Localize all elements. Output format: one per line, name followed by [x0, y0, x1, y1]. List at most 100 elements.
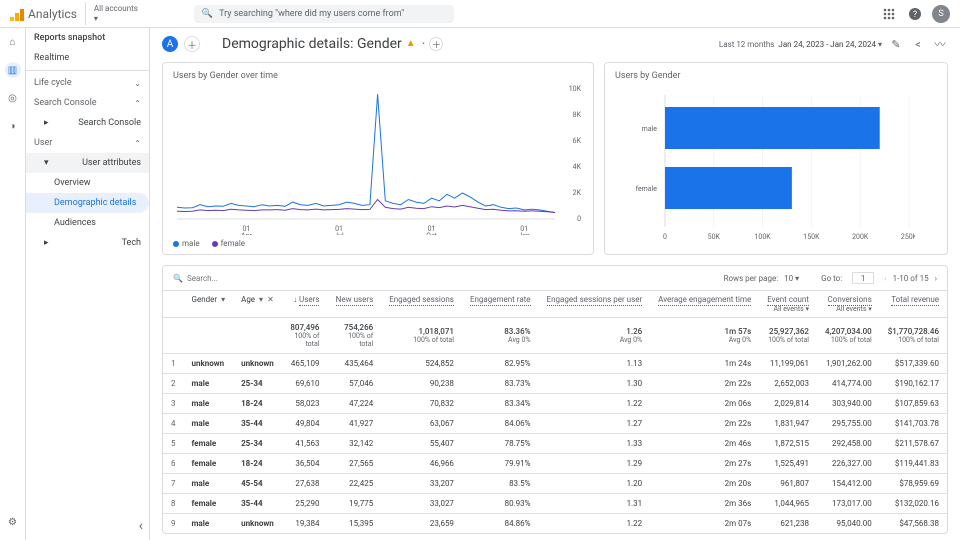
svg-text:250K: 250K [901, 233, 915, 241]
help-icon[interactable]: ? [906, 5, 924, 23]
search-icon: 🔍 [202, 9, 213, 19]
data-table: Gender ▾ Age ▾✕ ↓ Users New users Engage… [163, 290, 947, 533]
rows-per-page-label: Rows per page: [724, 274, 779, 283]
chevron-up-icon: ⌃ [134, 139, 141, 148]
table-row[interactable]: 8female35-4425,29019,77533,02780.93%1.31… [163, 494, 947, 514]
table-row[interactable]: 7male45-5427,63822,42533,20783.5%1.202m … [163, 474, 947, 494]
sidebar: Reports snapshot Realtime Life cycle⌄ Se… [26, 28, 150, 540]
sidebar-item-overview[interactable]: Overview [26, 173, 149, 193]
report-header: A ＋ Demographic details: Gender ▲ · ＋ La… [162, 36, 948, 56]
prev-page-icon[interactable]: ‹ [884, 274, 886, 283]
col-engperuser[interactable]: Engaged sessions per user [539, 291, 651, 318]
collapse-sidebar-icon[interactable]: ‹ [139, 518, 143, 534]
svg-text:200K: 200K [852, 233, 869, 241]
gear-icon[interactable]: ⚙ [5, 514, 21, 530]
remove-dimension-icon[interactable]: ✕ [267, 295, 274, 304]
account-selector[interactable]: All accounts ▾ [85, 2, 146, 25]
rail-explore-icon[interactable]: ◎ [5, 90, 21, 106]
page-title: Demographic details: Gender ▲ · ＋ [222, 36, 443, 52]
table-row[interactable]: 5female25-3441,56332,14255,40778.75%1.33… [163, 434, 947, 454]
goto-input[interactable]: 1 [852, 272, 874, 284]
date-range-picker[interactable]: Last 12 months Jan 24, 2023 - Jan 24, 20… [719, 40, 882, 49]
sidebar-group-searchconsole[interactable]: Search Console⌃ [26, 93, 149, 113]
sidebar-item-realtime[interactable]: Realtime [26, 48, 149, 68]
table-row[interactable]: 2male25-3469,61057,04690,23883.73%1.302m… [163, 374, 947, 394]
svg-text:01Oct: 01Oct [426, 225, 437, 235]
col-events[interactable]: Event countAll events ▾ [759, 291, 817, 318]
dimension-age-header[interactable]: Age ▾✕ [241, 295, 274, 304]
col-engsess[interactable]: Engaged sessions [381, 291, 462, 318]
col-conversions[interactable]: ConversionsAll events ▾ [817, 291, 880, 318]
sidebar-item-userattributes[interactable]: ▾ User attributes [26, 153, 149, 173]
sidebar-item-tech[interactable]: ▸ Tech [26, 233, 149, 253]
svg-text:4K: 4K [573, 163, 582, 171]
table-search[interactable]: 🔍 [173, 274, 333, 283]
sidebar-item-snapshot[interactable]: Reports snapshot [26, 28, 149, 48]
main: A ＋ Demographic details: Gender ▲ · ＋ La… [150, 28, 960, 540]
line-chart-title: Users by Gender over time [173, 71, 583, 81]
insights-icon[interactable]: 〰 [932, 36, 948, 52]
rail-reports-icon[interactable]: ▥ [5, 62, 21, 78]
svg-text:01Apr: 01Apr [241, 225, 252, 235]
apps-icon[interactable] [880, 5, 898, 23]
goto-label: Go to: [821, 274, 842, 283]
customize-report-icon[interactable]: ✎ [888, 36, 904, 52]
svg-text:0: 0 [577, 215, 581, 223]
bar-chart[interactable]: 0 50K 100K 150K 200K 250K male female [615, 85, 915, 245]
global-search[interactable]: 🔍 Try searching "where did my users come… [194, 5, 454, 23]
topbar: Analytics All accounts ▾ 🔍 Try searching… [0, 0, 960, 28]
rail-home-icon[interactable]: ⌂ [5, 34, 21, 50]
rows-per-page-select[interactable]: 10 ▾ [784, 274, 799, 283]
search-placeholder: Try searching "where did my users come f… [219, 9, 404, 19]
chevron-up-icon: ⌃ [134, 99, 141, 108]
ga-logo: Analytics [10, 7, 77, 21]
col-newusers[interactable]: New users [327, 291, 381, 318]
sidebar-item-searchconsole[interactable]: ▸ Search Console [26, 113, 149, 133]
table-row[interactable]: 6female18-2436,50427,56546,96679.91%1.29… [163, 454, 947, 474]
add-segment-button[interactable]: ＋ [184, 36, 200, 52]
table-row[interactable]: 3male18-2458,02347,22470,83283.34%1.222m… [163, 394, 947, 414]
line-chart[interactable]: 02K4K6K8K10K01Apr01Jul01Oct01Jan [173, 85, 583, 235]
dimension-gender-header[interactable]: Gender ▾ [192, 295, 226, 304]
table-row[interactable]: 1unknownunknown465,109435,464524,85282.9… [163, 354, 947, 374]
svg-text:100K: 100K [754, 233, 771, 241]
svg-text:01Jul: 01Jul [334, 225, 344, 235]
add-comparison-button[interactable]: ＋ [429, 37, 443, 51]
sidebar-group-user[interactable]: User⌃ [26, 133, 149, 153]
svg-text:8K: 8K [573, 111, 582, 119]
sidebar-item-audiences[interactable]: Audiences [26, 213, 149, 233]
avatar[interactable]: S [932, 5, 950, 23]
left-rail: ⌂ ▥ ◎ ◑ ⚙ [0, 28, 26, 540]
warning-icon[interactable]: ▲ [406, 38, 418, 50]
bar-chart-title: Users by Gender [615, 71, 937, 81]
table-row[interactable]: 4male35-4449,80441,92763,06784.06%1.272m… [163, 414, 947, 434]
table-row[interactable]: 9maleunknown19,38415,39523,65984.86%1.22… [163, 514, 947, 534]
sidebar-item-demographic[interactable]: Demographic details [26, 193, 149, 213]
rail-advertising-icon[interactable]: ◑ [5, 118, 21, 134]
bar-chart-card: Users by Gender 0 50K 100K 150K 200K 250K male… [604, 62, 948, 255]
svg-text:6K: 6K [573, 137, 582, 145]
col-revenue[interactable]: Total revenue [880, 291, 947, 318]
svg-text:?: ? [913, 10, 917, 20]
table-toolbar: 🔍 Rows per page: 10 ▾ Go to: 1 ‹ 1-10 of… [163, 266, 947, 290]
sidebar-group-lifecycle[interactable]: Life cycle⌄ [26, 73, 149, 93]
svg-text:150K: 150K [803, 233, 820, 241]
col-users[interactable]: ↓ Users [282, 291, 328, 318]
svg-text:50K: 50K [708, 233, 721, 241]
segment-all-users-button[interactable]: A [162, 36, 178, 52]
line-chart-card: Users by Gender over time 02K4K6K8K10K01… [162, 62, 594, 255]
share-icon[interactable]: < [910, 36, 926, 52]
data-table-card: 🔍 Rows per page: 10 ▾ Go to: 1 ‹ 1-10 of… [162, 265, 948, 534]
svg-text:male: male [642, 125, 658, 133]
next-page-icon[interactable]: › [935, 274, 937, 283]
svg-text:0: 0 [663, 233, 667, 241]
analytics-icon [10, 7, 24, 21]
line-chart-legend: male female [173, 239, 583, 248]
svg-text:female: female [636, 185, 658, 193]
col-engrate[interactable]: Engagement rate [462, 291, 539, 318]
search-icon: 🔍 [173, 274, 183, 283]
svg-text:2K: 2K [573, 189, 582, 197]
chevron-down-icon: ▾ [94, 14, 138, 23]
col-avgeng[interactable]: Average engagement time [650, 291, 759, 318]
table-search-input[interactable] [187, 274, 333, 283]
